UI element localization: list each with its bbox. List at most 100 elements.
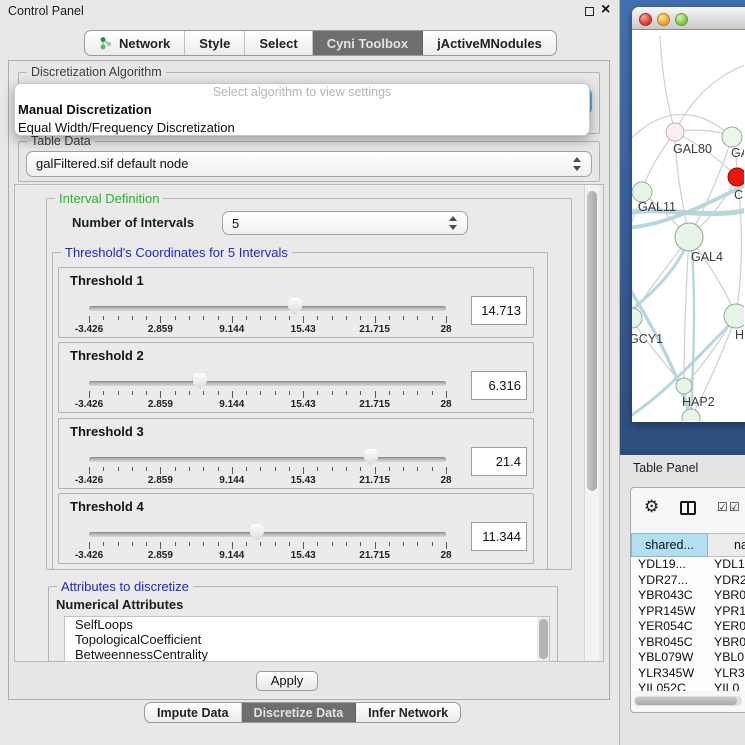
network-edge[interactable] <box>691 250 694 416</box>
threshold-value-field[interactable] <box>471 522 527 551</box>
tick-mark <box>289 316 290 320</box>
network-node[interactable] <box>632 182 652 202</box>
table-row[interactable]: YBR043CYBR0 <box>631 588 745 604</box>
tick-mark <box>118 316 119 320</box>
attribute-item[interactable]: BetweennessCentrality <box>65 647 549 662</box>
slider-thumb[interactable] <box>288 298 302 315</box>
network-node[interactable] <box>728 168 744 186</box>
tick-mark <box>417 391 418 395</box>
tab-impute-data[interactable]: Impute Data <box>145 703 242 722</box>
tick-mark <box>218 316 219 320</box>
close-traffic-light-icon[interactable] <box>639 13 652 26</box>
table-row[interactable]: YER054CYER0 <box>631 619 745 635</box>
minimize-traffic-light-icon[interactable] <box>657 13 670 26</box>
apply-button[interactable]: Apply <box>256 671 318 691</box>
attributes-list-scrollbar[interactable] <box>537 617 549 661</box>
tick-mark <box>175 316 176 320</box>
float-window-icon[interactable] <box>585 7 594 16</box>
network-node[interactable] <box>666 123 684 141</box>
tick-label: 28 <box>440 399 451 410</box>
threshold-value-field[interactable] <box>471 371 527 400</box>
threshold-value-field[interactable] <box>471 447 527 476</box>
table-data-value: galFiltered.sif default node <box>36 152 188 176</box>
dropdown-option[interactable]: Equal Width/Frequency Discretization <box>15 119 589 136</box>
tick-mark <box>232 391 233 398</box>
network-edge[interactable] <box>684 237 689 386</box>
tab-discretize-data[interactable]: Discretize Data <box>242 703 357 722</box>
slider-tick-labels: -3.4262.8599.14415.4321.71528 <box>89 399 446 411</box>
tick-label: 21.715 <box>359 399 390 410</box>
scrollbar-thumb[interactable] <box>635 697 737 705</box>
tab-style[interactable]: Style <box>185 31 245 55</box>
panel-scrollbar[interactable] <box>584 185 599 661</box>
slider-thumb[interactable] <box>250 524 264 541</box>
node-label: GAL80 <box>673 142 712 156</box>
tick-label: 15.43 <box>291 550 316 561</box>
close-icon[interactable]: × <box>601 1 610 19</box>
network-node[interactable] <box>724 304 744 328</box>
network-canvas[interactable]: GAL80GACGAL11GAL4GCY1HHAP2 <box>632 30 744 421</box>
tab-label: Select <box>259 36 297 51</box>
slider-track[interactable] <box>89 457 446 462</box>
slider-thumb[interactable] <box>193 373 207 390</box>
network-node[interactable] <box>632 308 642 328</box>
table-row[interactable]: YPR145WYPR1 <box>631 604 745 620</box>
network-node[interactable] <box>722 127 742 147</box>
tick-mark <box>360 467 361 471</box>
threshold-slider[interactable]: -3.4262.8599.14415.4321.71528 <box>59 419 533 488</box>
network-window-titlebar[interactable] <box>632 7 745 30</box>
checkbox-icon[interactable]: ☑ <box>729 500 740 514</box>
column-header-name[interactable]: na <box>708 533 745 557</box>
tab-network[interactable]: Network <box>85 31 185 55</box>
gear-icon[interactable]: ⚙ <box>644 497 659 517</box>
tick-mark <box>89 542 90 549</box>
table-row[interactable]: YBR045CYBR0 <box>631 635 745 651</box>
group-title-table-data: Table Data <box>27 134 95 148</box>
threshold-value-field[interactable] <box>471 296 527 325</box>
table-row[interactable]: YBL079WYBL0 <box>631 650 745 666</box>
scrollbar-thumb[interactable] <box>539 619 548 659</box>
tick-label: 28 <box>440 550 451 561</box>
table-data-combobox[interactable]: galFiltered.sif default node <box>26 151 592 177</box>
slider-thumb[interactable] <box>364 449 378 466</box>
attribute-item[interactable]: TopologicalCoefficient <box>65 632 549 647</box>
tick-mark <box>132 542 133 546</box>
table-row[interactable]: YDR27...YDR2 <box>631 573 745 589</box>
checkbox-icon[interactable]: ☑ <box>717 500 728 514</box>
tick-mark <box>332 467 333 471</box>
tick-mark <box>332 391 333 395</box>
threshold-slider[interactable]: -3.4262.8599.14415.4321.71528 <box>59 494 533 563</box>
tick-mark <box>132 316 133 320</box>
attribute-item[interactable]: SelfLoops <box>65 617 549 632</box>
node-label: GCY1 <box>632 332 663 346</box>
number-of-intervals-spinner[interactable]: 5 <box>222 211 468 235</box>
tick-mark <box>346 467 347 471</box>
tab-select[interactable]: Select <box>245 31 312 55</box>
threshold-slider[interactable]: -3.4262.8599.14415.4321.71528 <box>59 343 533 412</box>
split-columns-icon[interactable] <box>680 501 696 515</box>
column-header-shared[interactable]: shared... <box>631 533 708 557</box>
threshold-slider[interactable]: -3.4262.8599.14415.4321.71528 <box>59 268 533 337</box>
network-view-window[interactable]: GAL80GACGAL11GAL4GCY1HHAP2 <box>632 7 745 422</box>
table-row[interactable]: YDL19...YDL1 <box>631 557 745 573</box>
network-node[interactable] <box>682 409 700 421</box>
zoom-traffic-light-icon[interactable] <box>675 13 688 26</box>
slider-track[interactable] <box>89 306 446 311</box>
table-horizontal-scrollbar[interactable] <box>634 696 742 706</box>
network-node[interactable] <box>676 378 692 394</box>
tab-cyni-toolbox[interactable]: Cyni Toolbox <box>313 31 423 55</box>
network-node[interactable] <box>675 223 703 251</box>
tab-infer-network[interactable]: Infer Network <box>356 703 460 722</box>
tick-mark <box>260 542 261 546</box>
tab-jactivemnodules[interactable]: jActiveMNodules <box>423 31 556 55</box>
scrollbar-thumb[interactable] <box>587 191 597 491</box>
dropdown-option[interactable]: Manual Discretization <box>15 101 589 119</box>
tick-mark <box>275 316 276 320</box>
numerical-attributes-list[interactable]: SelfLoopsTopologicalCoefficientBetweenne… <box>64 616 550 662</box>
group-title-attributes: Attributes to discretize <box>57 579 193 594</box>
slider-track[interactable] <box>89 381 446 386</box>
tick-label: -3.426 <box>75 324 103 335</box>
table-row[interactable]: YIL052CYIL0 <box>631 681 745 691</box>
slider-track[interactable] <box>89 532 446 537</box>
table-row[interactable]: YLR345WYLR3 <box>631 666 745 682</box>
